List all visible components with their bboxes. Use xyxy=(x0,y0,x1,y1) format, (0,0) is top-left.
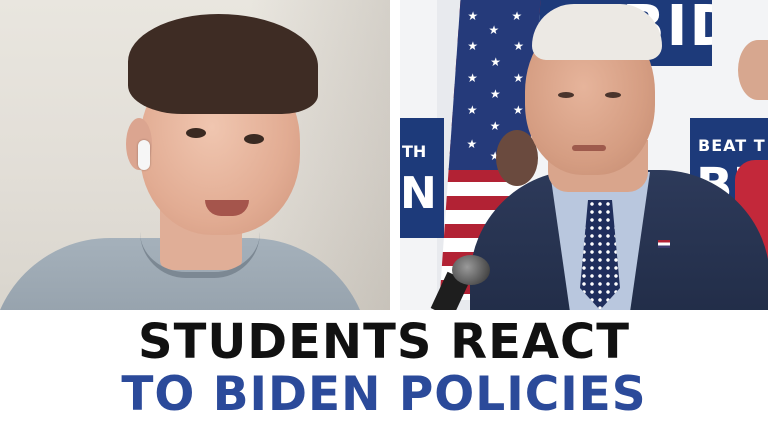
biden-mouth xyxy=(572,145,606,151)
star-icon: ★ xyxy=(466,39,479,53)
campaign-sign-left: TH N xyxy=(400,118,444,238)
campaign-sign-left-big: N xyxy=(400,168,437,219)
biden-hair xyxy=(532,4,662,60)
student-webcam-panel xyxy=(0,0,390,310)
video-thumbnail[interactable]: BIDEN TH N BEAT T BI ★ ★ ★ ★ ★ ★ ★ ★ ★ ★… xyxy=(0,0,768,432)
microphone-icon xyxy=(452,255,490,285)
campaign-sign-right-small: BEAT T xyxy=(698,136,766,155)
star-icon: ★ xyxy=(487,23,500,37)
campaign-sign-left-small: TH xyxy=(402,142,427,161)
student-eye-right xyxy=(244,134,264,144)
star-icon: ★ xyxy=(466,9,479,23)
star-icon: ★ xyxy=(512,103,525,117)
biden-eye-left xyxy=(558,92,574,98)
star-icon: ★ xyxy=(512,71,525,85)
biden-event-panel: BIDEN TH N BEAT T BI ★ ★ ★ ★ ★ ★ ★ ★ ★ ★… xyxy=(400,0,768,310)
star-icon: ★ xyxy=(466,103,479,117)
student-eye-left xyxy=(186,128,206,138)
headline-line-2: TO BIDEN POLICIES xyxy=(121,367,647,422)
star-icon: ★ xyxy=(466,71,479,85)
headline-line-1: STUDENTS REACT xyxy=(138,314,630,370)
biden-eye-right xyxy=(605,92,621,98)
student-hair xyxy=(128,14,318,114)
star-icon: ★ xyxy=(489,55,502,69)
star-icon: ★ xyxy=(512,39,525,53)
star-icon: ★ xyxy=(465,137,478,151)
panel-divider xyxy=(390,0,400,310)
flag-pin-icon xyxy=(658,240,670,248)
earbud-icon xyxy=(138,140,150,170)
star-icon: ★ xyxy=(489,87,502,101)
star-icon: ★ xyxy=(510,9,523,23)
star-icon: ★ xyxy=(489,119,501,133)
